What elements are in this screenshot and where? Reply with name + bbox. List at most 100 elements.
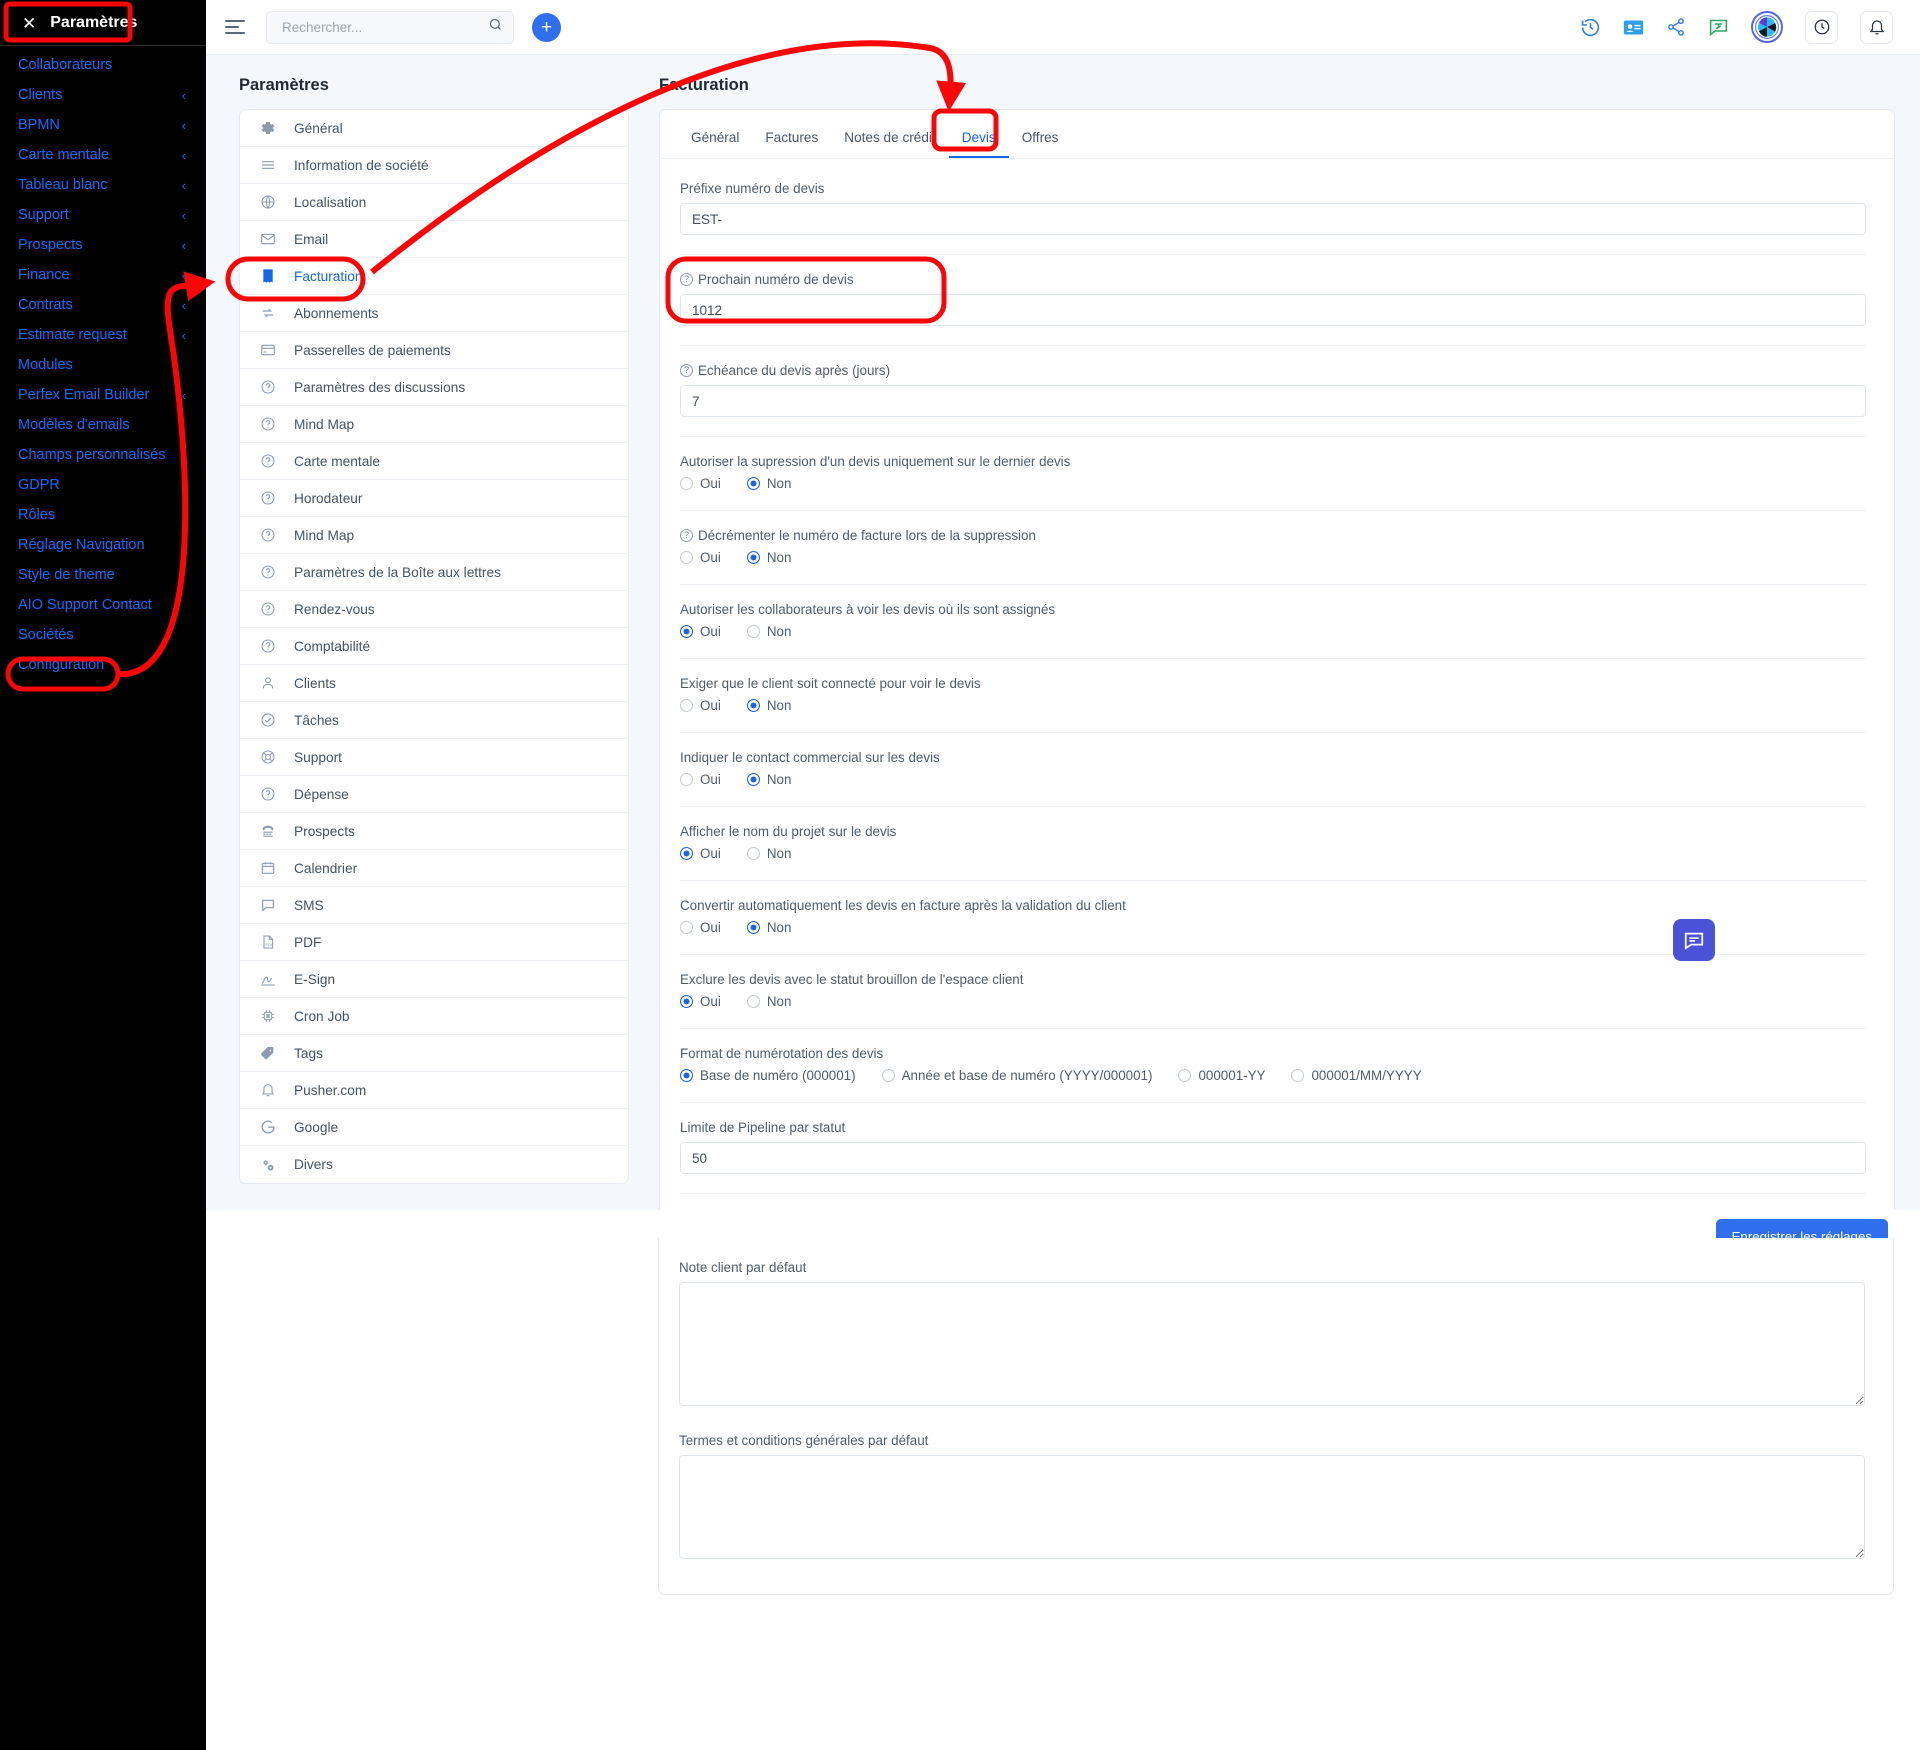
radio-button[interactable] [680, 773, 693, 786]
settings-item-prospects[interactable]: Prospects [240, 813, 628, 850]
chevron-left-icon[interactable]: ‹ [182, 88, 186, 103]
settings-item-tags[interactable]: Tags [240, 1035, 628, 1072]
settings-item-facturation[interactable]: Facturation [240, 258, 628, 295]
radio-option-oui[interactable]: Oui [680, 698, 721, 713]
help-icon[interactable]: ? [680, 529, 693, 542]
radio-button[interactable] [680, 847, 693, 860]
sidebar-item-soci-t-s[interactable]: Sociétés [0, 620, 206, 650]
radio-option-non[interactable]: Non [746, 698, 791, 713]
chevron-left-icon[interactable]: ‹ [182, 238, 186, 253]
settings-item-support[interactable]: Support [240, 739, 628, 776]
sidebar-item-mod-les-d-emails[interactable]: Modèles d'emails [0, 410, 206, 440]
radio-button[interactable] [881, 1069, 895, 1082]
sidebar-header[interactable]: ✕ Paramètres [0, 0, 206, 45]
tab-g-n-ral[interactable]: Général [678, 122, 752, 158]
sidebar-item-r-les[interactable]: Rôles [0, 500, 206, 530]
sidebar-item-tableau-blanc[interactable]: Tableau blanc ‹ [0, 170, 206, 200]
help-icon[interactable]: ? [680, 273, 693, 286]
settings-item-carte-mentale[interactable]: Carte mentale [240, 443, 628, 480]
radio-button[interactable] [1291, 1069, 1305, 1082]
radio-option-oui[interactable]: Oui [680, 994, 721, 1009]
sidebar-item-support[interactable]: Support ‹ [0, 200, 206, 230]
radio-button[interactable] [1178, 1069, 1192, 1082]
chevron-left-icon[interactable]: ‹ [182, 208, 186, 223]
sidebar-item-finance[interactable]: Finance ‹ [0, 260, 206, 290]
add-button[interactable]: + [532, 12, 561, 42]
tab-notes-de-cr-dit[interactable]: Notes de crédit [831, 122, 948, 158]
help-icon[interactable]: ? [680, 364, 693, 377]
radio-option-non[interactable]: Non [746, 550, 791, 565]
settings-item-horodateur[interactable]: Horodateur [240, 480, 628, 517]
settings-item-t-ches[interactable]: Tâches [240, 702, 628, 739]
radio-option-oui[interactable]: Oui [680, 624, 721, 639]
app-logo-icon[interactable] [1751, 11, 1783, 43]
radio-button[interactable] [746, 847, 760, 860]
numbering-option[interactable]: Base de numéro (000001) [680, 1068, 856, 1083]
sidebar-item-perfex-email-builder[interactable]: Perfex Email Builder ‹ [0, 380, 206, 410]
settings-item-rendez-vous[interactable]: Rendez-vous [240, 591, 628, 628]
radio-button[interactable] [746, 995, 760, 1008]
sidebar-item-estimate-request[interactable]: Estimate request ‹ [0, 320, 206, 350]
radio-option-oui[interactable]: Oui [680, 476, 721, 491]
search-input[interactable] [280, 18, 488, 36]
chat-translate-icon[interactable] [1708, 17, 1729, 38]
clock-icon[interactable] [1805, 10, 1838, 44]
chevron-left-icon[interactable]: ‹ [182, 118, 186, 133]
sidebar-item-prospects[interactable]: Prospects ‹ [0, 230, 206, 260]
sidebar-item-contrats[interactable]: Contrats ‹ [0, 290, 206, 320]
radio-button[interactable] [680, 699, 693, 712]
settings-item-sms[interactable]: SMS [240, 887, 628, 924]
settings-item-email[interactable]: Email [240, 221, 628, 258]
chat-bubble-icon[interactable] [1673, 919, 1715, 961]
radio-option-oui[interactable]: Oui [680, 846, 721, 861]
numbering-option[interactable]: 000001/MM/YYYY [1291, 1068, 1422, 1083]
prefix-input[interactable] [680, 203, 1866, 235]
chevron-left-icon[interactable]: ‹ [182, 328, 186, 343]
radio-option-oui[interactable]: Oui [680, 920, 721, 935]
contact-card-icon[interactable] [1623, 19, 1644, 36]
sidebar-item-carte-mentale[interactable]: Carte mentale ‹ [0, 140, 206, 170]
radio-button[interactable] [680, 921, 693, 934]
radio-option-non[interactable]: Non [746, 624, 791, 639]
pipeline-limit-input[interactable] [680, 1142, 1866, 1174]
radio-option-non[interactable]: Non [746, 772, 791, 787]
settings-item-abonnements[interactable]: Abonnements [240, 295, 628, 332]
settings-item-mind-map[interactable]: Mind Map [240, 406, 628, 443]
sidebar-item-collaborateurs[interactable]: Collaborateurs [0, 50, 206, 80]
terms-textarea[interactable] [679, 1455, 1865, 1559]
radio-button[interactable] [680, 625, 693, 638]
settings-item-comptabilit[interactable]: Comptabilité [240, 628, 628, 665]
radio-button[interactable] [746, 773, 760, 786]
radio-button[interactable] [680, 477, 693, 490]
search-box[interactable] [266, 10, 514, 44]
next-number-input[interactable] [680, 294, 1866, 326]
radio-option-non[interactable]: Non [746, 476, 791, 491]
settings-item-information-de-soci-t[interactable]: Information de société [240, 147, 628, 184]
chevron-left-icon[interactable]: ‹ [182, 178, 186, 193]
settings-item-pdf[interactable]: PDF PDF [240, 924, 628, 961]
radio-option-non[interactable]: Non [746, 920, 791, 935]
settings-item-pusher-com[interactable]: Pusher.com [240, 1072, 628, 1109]
sidebar-item-clients[interactable]: Clients ‹ [0, 80, 206, 110]
radio-button[interactable] [680, 1069, 693, 1082]
bell-icon[interactable] [1860, 10, 1893, 44]
sidebar-item-modules[interactable]: Modules [0, 350, 206, 380]
radio-option-non[interactable]: Non [746, 846, 791, 861]
numbering-option[interactable]: Année et base de numéro (YYYY/000001) [881, 1068, 1152, 1083]
due-days-input[interactable] [680, 385, 1866, 417]
radio-button[interactable] [680, 995, 693, 1008]
settings-item-clients[interactable]: Clients [240, 665, 628, 702]
sidebar-item-gdpr[interactable]: GDPR [0, 470, 206, 500]
settings-item-cron-job[interactable]: Cron Job [240, 998, 628, 1035]
hamburger-icon[interactable] [225, 20, 245, 34]
settings-item-g-n-ral[interactable]: Général [240, 110, 628, 147]
sidebar-item-aio-support-contact[interactable]: AIO Support Contact [0, 590, 206, 620]
settings-item-e-sign[interactable]: E-Sign [240, 961, 628, 998]
search-icon[interactable] [488, 17, 503, 37]
sidebar-item-r-glage-navigation[interactable]: Réglage Navigation ‹ [0, 530, 206, 560]
settings-item-localisation[interactable]: Localisation [240, 184, 628, 221]
close-icon[interactable]: ✕ [22, 15, 36, 32]
tab-factures[interactable]: Factures [752, 122, 831, 158]
sidebar-item-champs-personnalis-s[interactable]: Champs personnalisés [0, 440, 206, 470]
settings-item-d-pense[interactable]: Dépense [240, 776, 628, 813]
